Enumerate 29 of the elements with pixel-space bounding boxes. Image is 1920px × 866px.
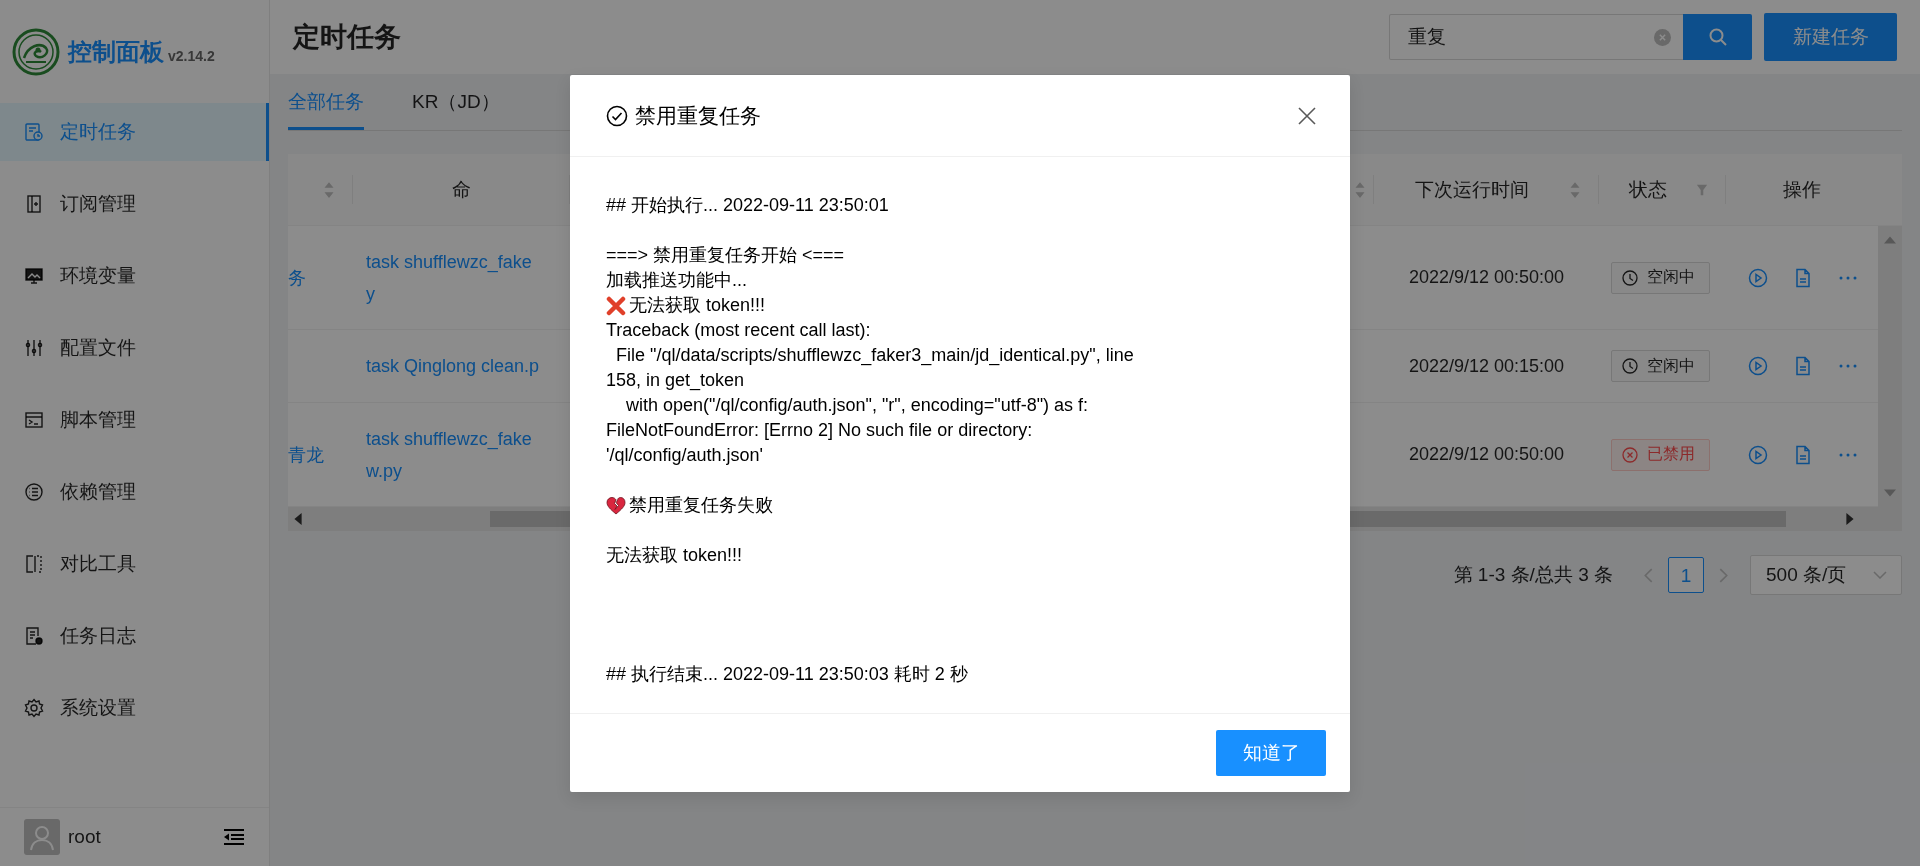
log-line: File "/ql/data/scripts/shufflewzc_faker3_main/jd_identical.py", line xyxy=(615,344,1134,368)
log-line: 无法获取 token!!! xyxy=(606,544,743,567)
log-line: Traceback (most recent call last): xyxy=(606,319,871,342)
log-line: 加载推送功能中... xyxy=(606,269,747,292)
app-title: 控制面板 xyxy=(68,36,164,67)
column-header: 下次运行时间 xyxy=(1413,177,1530,202)
log-line: 禁用重复任务失败 xyxy=(629,494,773,517)
column-header: 命 xyxy=(451,177,472,202)
log-line: with open("/ql/config/auth.json", "r", encoding="utf-8") as f: xyxy=(625,394,1089,417)
log-line: '/ql/config/auth.json' xyxy=(606,444,763,467)
next-run-time: 2022/9/12 00:15:00 xyxy=(1408,355,1565,377)
log-line: ## 执行结束... 2022-09-11 23:50:03 耗时 2 秒 xyxy=(606,663,968,686)
pagination-summary: 第 1-3 条/总共 3 条 xyxy=(1453,563,1613,587)
log-line: ## 开始执行... 2022-09-11 23:50:01 xyxy=(606,194,889,217)
log-line: 无法获取 token!!! xyxy=(629,294,766,317)
column-header: 操作 xyxy=(1782,177,1822,202)
page-title: 定时任务 xyxy=(293,21,402,54)
status-tag: 空闲中 xyxy=(1611,350,1710,382)
log-line: FileNotFoundError: [Errno 2] No such file or directory: xyxy=(606,419,1033,442)
status-tag: 空闲中 xyxy=(1611,261,1710,294)
version-label: v2.14.2 xyxy=(168,47,215,64)
log-line: ===> 禁用重复任务开始 <=== xyxy=(606,244,845,267)
column-header: 状态 xyxy=(1627,177,1668,202)
next-run-time: 2022/9/12 00:50:00 xyxy=(1408,444,1565,465)
user-name: root xyxy=(68,826,102,848)
next-run-time: 2022/9/12 00:50:00 xyxy=(1408,267,1565,288)
dialog-title: 禁用重复任务 xyxy=(635,102,762,129)
status-tag: 已禁用 xyxy=(1611,438,1710,471)
log-line: 158, in get_token xyxy=(606,369,745,393)
